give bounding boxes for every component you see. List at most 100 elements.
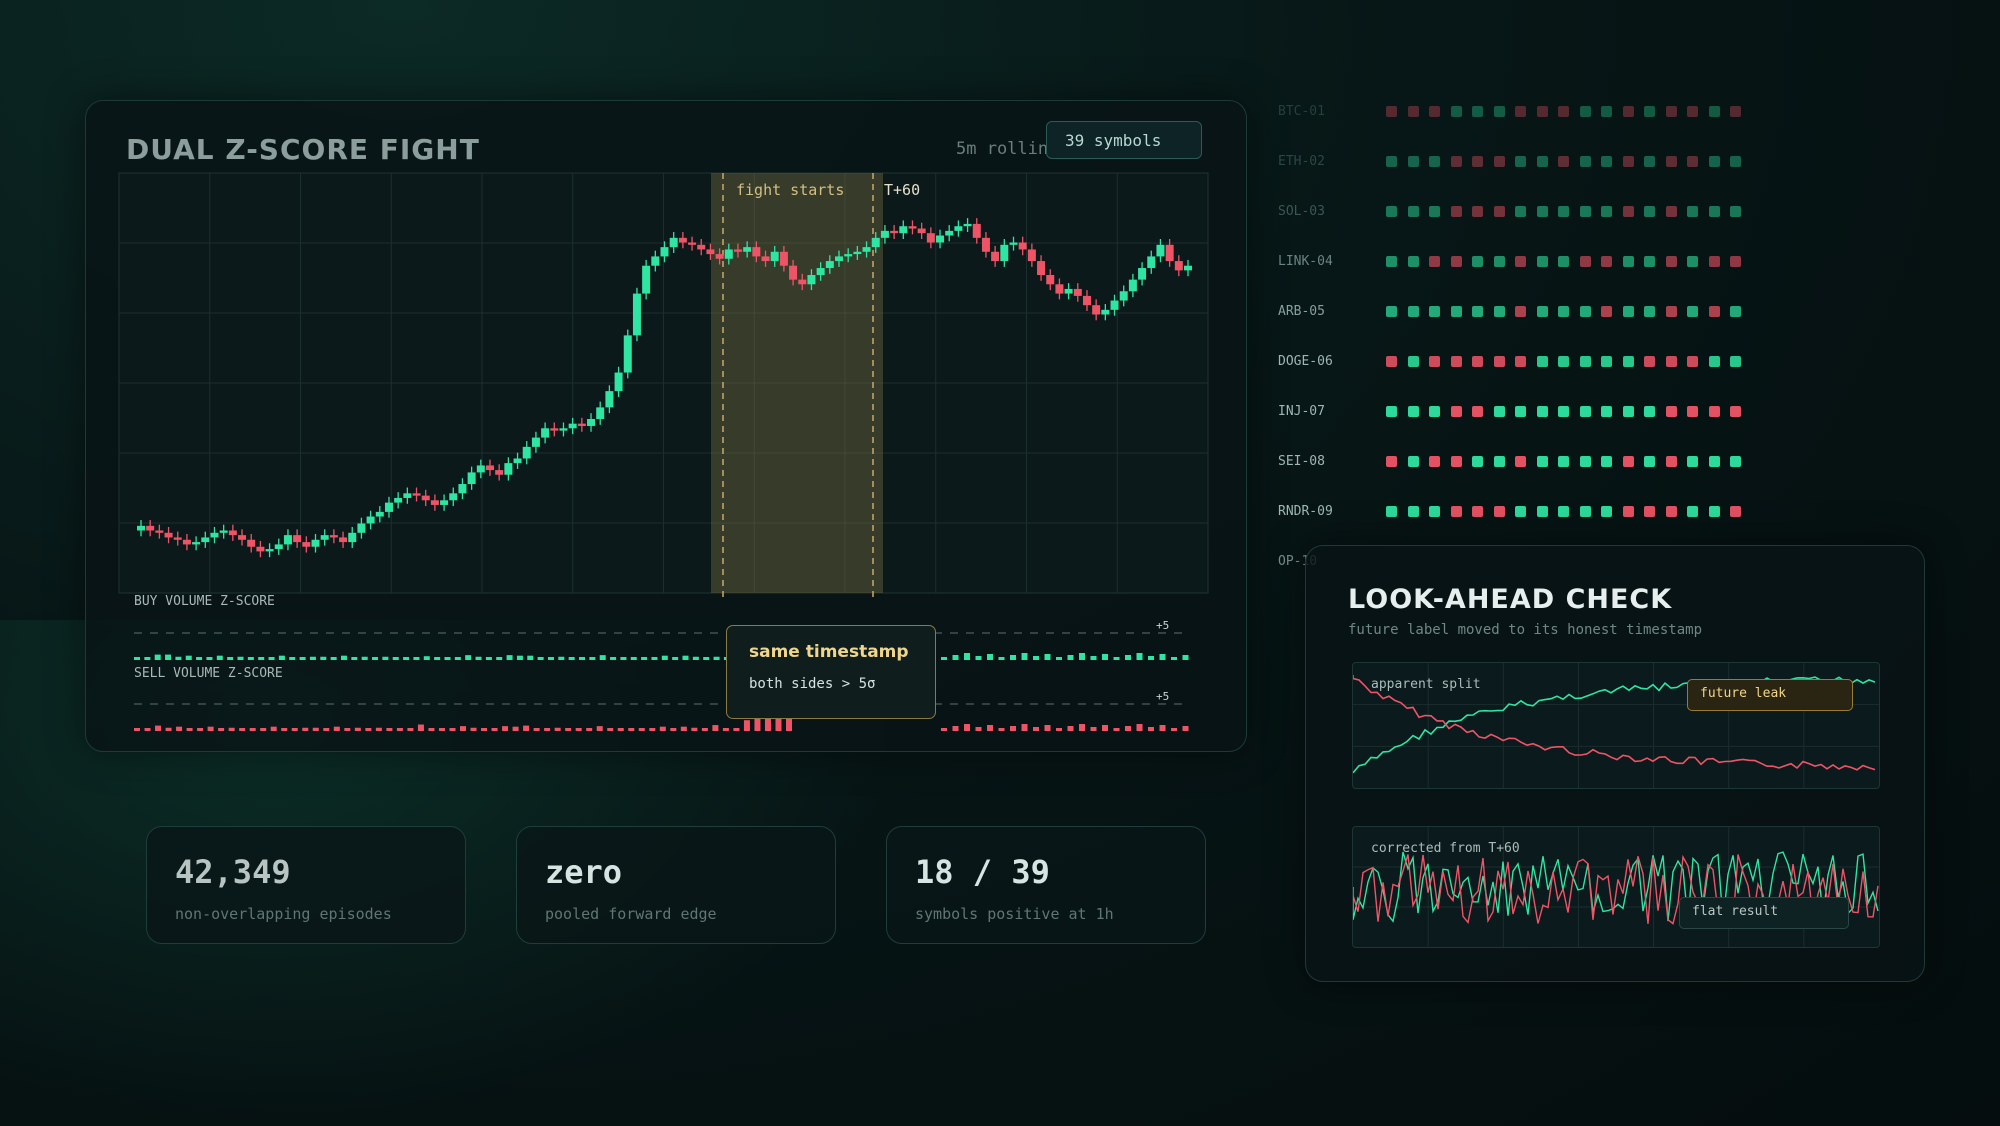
candle-body <box>1174 261 1183 271</box>
volume-bar <box>1113 657 1120 660</box>
heatmap-cell <box>1601 206 1612 217</box>
candle-body <box>375 511 384 517</box>
volume-bar <box>417 724 424 731</box>
candle-body <box>651 256 660 266</box>
candle-body <box>1000 244 1009 262</box>
volume-bar <box>941 657 947 660</box>
heatmap-cell <box>1708 106 1720 117</box>
heatmap-cell <box>1579 156 1591 167</box>
volume-bar <box>206 657 213 660</box>
heatmap-symbol-label: LINK-04 <box>1278 254 1333 269</box>
apparent-split-label: apparent split <box>1371 677 1481 692</box>
heatmap-cell <box>1644 306 1655 317</box>
heatmap-cell <box>1386 356 1397 367</box>
heatmap-cell <box>1450 406 1462 417</box>
candle-body <box>320 535 329 540</box>
heatmap-cell <box>1536 306 1548 317</box>
heatmap-cell <box>1429 206 1440 217</box>
heatmap-cell <box>1536 406 1548 417</box>
symbols-badge[interactable]: 39 symbols <box>1046 121 1202 159</box>
candle-body <box>412 493 421 496</box>
volume-bar <box>586 728 593 731</box>
candle-body <box>1018 242 1027 250</box>
volume-bar <box>1033 656 1039 660</box>
heatmap-cell <box>1450 206 1462 217</box>
heatmap-cell <box>1708 306 1720 317</box>
heatmap-cell <box>1708 156 1720 167</box>
volume-bar <box>354 727 361 731</box>
heatmap-cell <box>1558 356 1569 367</box>
heatmap-cell <box>1644 256 1655 267</box>
volume-bar <box>558 656 565 660</box>
volume-bar <box>1044 725 1051 731</box>
heatmap-cell <box>1665 506 1677 517</box>
candle-body <box>1128 279 1137 292</box>
volume-bar <box>672 657 679 660</box>
candle-body <box>890 230 899 234</box>
volume-bar <box>659 726 666 731</box>
heatmap-cell <box>1622 156 1634 167</box>
volume-bar <box>154 654 161 660</box>
volume-bar <box>547 657 554 660</box>
heatmap-cell <box>1450 506 1462 517</box>
volume-bar <box>1021 653 1028 660</box>
volume-bar <box>481 728 488 731</box>
heatmap-cell <box>1730 206 1741 217</box>
candle-body <box>669 237 678 248</box>
candle-body <box>1101 309 1110 315</box>
heatmap-cell <box>1493 106 1505 117</box>
volume-bar <box>599 655 606 660</box>
candle-body <box>972 223 981 238</box>
volume-bar <box>952 726 959 731</box>
volume-bar <box>227 657 234 660</box>
candle-body <box>1138 268 1147 280</box>
heatmap-cell <box>1493 406 1505 417</box>
heatmap-cell <box>1493 156 1505 167</box>
heatmap-cell <box>1687 506 1698 517</box>
heatmap-cell <box>1622 306 1634 317</box>
candle-body <box>825 261 834 269</box>
volume-bar <box>281 728 288 731</box>
heatmap-cell <box>1558 206 1569 217</box>
heatmap-cell <box>1644 206 1655 217</box>
volume-bar <box>703 657 710 660</box>
heatmap-symbol-label: INJ-07 <box>1278 404 1325 419</box>
heatmap-cell <box>1536 356 1548 367</box>
candle-body <box>164 532 173 538</box>
heatmap-cell <box>1708 456 1720 467</box>
volume-bar <box>278 655 285 660</box>
heatmap-cell <box>1429 506 1440 517</box>
heatmap-cell <box>1665 156 1677 167</box>
heatmap-cell <box>1579 306 1591 317</box>
volume-bar <box>247 657 254 660</box>
candle-body <box>1055 284 1064 294</box>
candlestick-chart[interactable]: fight starts T+60 BUY VOLUME Z-SCORE +5 … <box>86 101 1246 751</box>
heatmap-cell <box>1622 206 1634 217</box>
candle-body <box>486 465 494 471</box>
volume-bar <box>620 657 627 660</box>
heatmap-cell <box>1665 406 1677 417</box>
volume-bar <box>1102 654 1108 660</box>
volume-bar <box>649 728 656 731</box>
volume-bar <box>438 728 445 731</box>
volume-bar <box>1102 725 1108 731</box>
volume-bar <box>1182 726 1189 731</box>
volume-bar <box>506 655 513 660</box>
volume-bar <box>392 657 399 660</box>
candle-body <box>1110 300 1119 310</box>
heatmap-cell <box>1665 306 1677 317</box>
candle-body <box>926 233 935 243</box>
heatmap-cell <box>1386 106 1397 117</box>
volume-bar <box>207 726 214 731</box>
heatmap-cell <box>1579 256 1591 267</box>
heatmap-cell <box>1579 106 1591 117</box>
volume-bar <box>523 725 530 731</box>
candle-body <box>1046 275 1055 285</box>
candle-body <box>219 530 228 533</box>
heatmap-cell <box>1450 456 1462 467</box>
stat-card-episodes: 42,349 non-overlapping episodes <box>146 826 466 944</box>
volume-bar <box>428 728 435 731</box>
volume-bar <box>365 728 372 731</box>
heatmap-symbol-label: RNDR-09 <box>1278 504 1333 519</box>
candle-body <box>697 244 706 250</box>
